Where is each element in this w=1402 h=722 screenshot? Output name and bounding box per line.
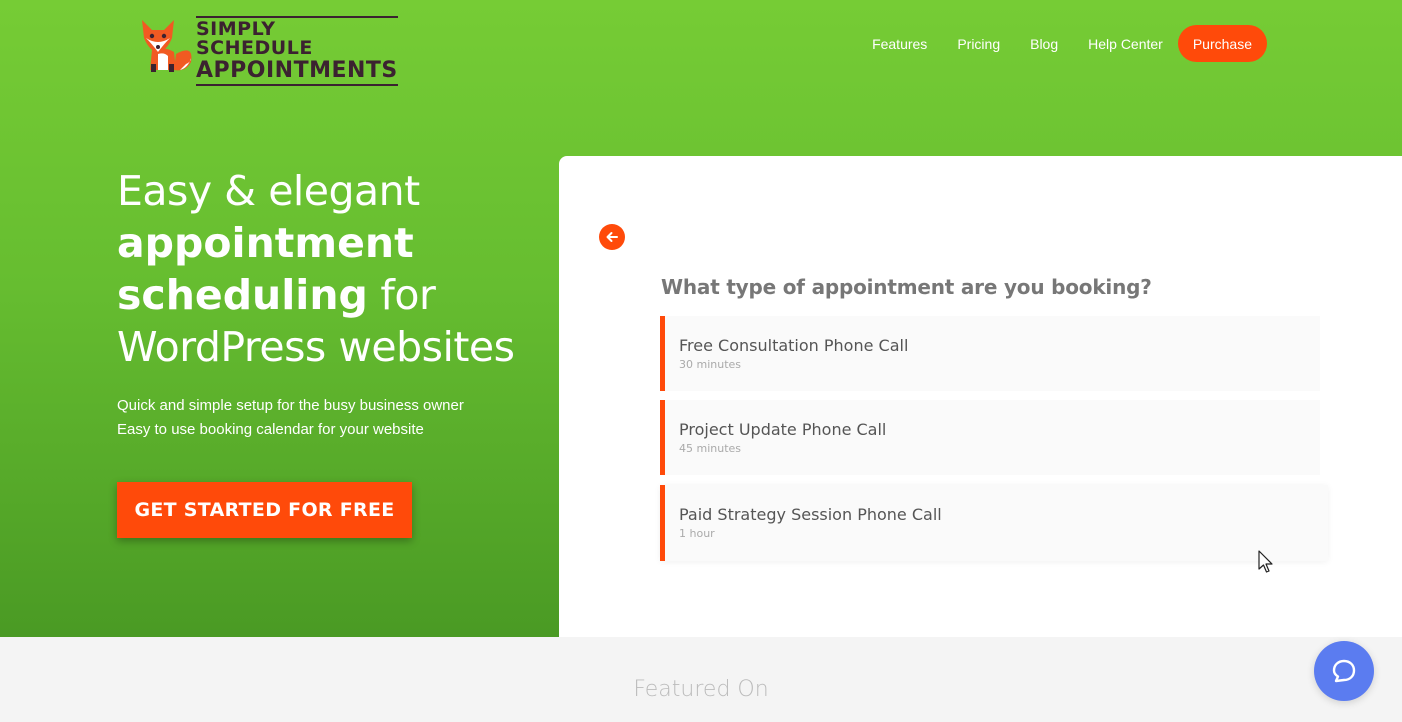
appointment-title: Project Update Phone Call <box>679 420 887 439</box>
fox-logo-icon <box>142 20 192 72</box>
appointment-title: Paid Strategy Session Phone Call <box>679 505 942 524</box>
appointment-type-option[interactable]: Paid Strategy Session Phone Call 1 hour <box>660 485 1328 561</box>
hero-section: SIMPLY SCHEDULE APPOINTMENTS Features Pr… <box>0 0 1402 637</box>
site-logo[interactable]: SIMPLY SCHEDULE APPOINTMENTS <box>136 14 398 86</box>
arrow-left-icon <box>606 232 618 242</box>
logo-text-line2: APPOINTMENTS <box>196 60 398 86</box>
chat-launcher-button[interactable] <box>1314 641 1374 701</box>
featured-on-heading: Featured On <box>633 677 769 702</box>
headline-text-1: Easy & elegant <box>117 167 420 215</box>
hero-subline-1: Quick and simple setup for the busy busi… <box>117 397 464 414</box>
nav-link-help-center[interactable]: Help Center <box>1088 36 1163 52</box>
mouse-cursor-icon <box>1258 550 1273 573</box>
headline-bold-1: appointment <box>117 219 414 267</box>
main-nav: Features Pricing Blog Help Center Purcha… <box>872 25 1267 62</box>
nav-link-features[interactable]: Features <box>872 36 927 52</box>
nav-link-pricing[interactable]: Pricing <box>957 36 1000 52</box>
booking-question: What type of appointment are you booking… <box>661 275 1152 299</box>
hero-subtext: Quick and simple setup for the busy busi… <box>117 394 547 442</box>
purchase-button[interactable]: Purchase <box>1177 25 1267 62</box>
appointment-duration: 30 minutes <box>679 358 742 371</box>
headline-text-3: WordPress websites <box>117 323 515 371</box>
logo-wordmark: SIMPLY SCHEDULE APPOINTMENTS <box>196 16 398 86</box>
get-started-button[interactable]: GET STARTED FOR FREE <box>117 482 412 538</box>
headline-bold-2: scheduling <box>117 271 368 319</box>
headline-text-2: for <box>367 271 436 319</box>
chat-bubble-icon <box>1332 659 1356 683</box>
back-button[interactable] <box>599 224 625 250</box>
appointment-type-option[interactable]: Free Consultation Phone Call 30 minutes <box>660 316 1320 391</box>
booking-widget: What type of appointment are you booking… <box>559 156 1402 637</box>
logo-text-line1: SIMPLY SCHEDULE <box>196 16 398 58</box>
appointment-title: Free Consultation Phone Call <box>679 336 909 355</box>
hero-subline-2: Easy to use booking calendar for your we… <box>117 421 424 438</box>
appointment-duration: 1 hour <box>679 527 715 540</box>
hero-headline: Easy & elegant appointment scheduling fo… <box>117 165 547 373</box>
appointment-type-option[interactable]: Project Update Phone Call 45 minutes <box>660 400 1320 475</box>
appointment-duration: 45 minutes <box>679 442 742 455</box>
nav-link-blog[interactable]: Blog <box>1030 36 1058 52</box>
